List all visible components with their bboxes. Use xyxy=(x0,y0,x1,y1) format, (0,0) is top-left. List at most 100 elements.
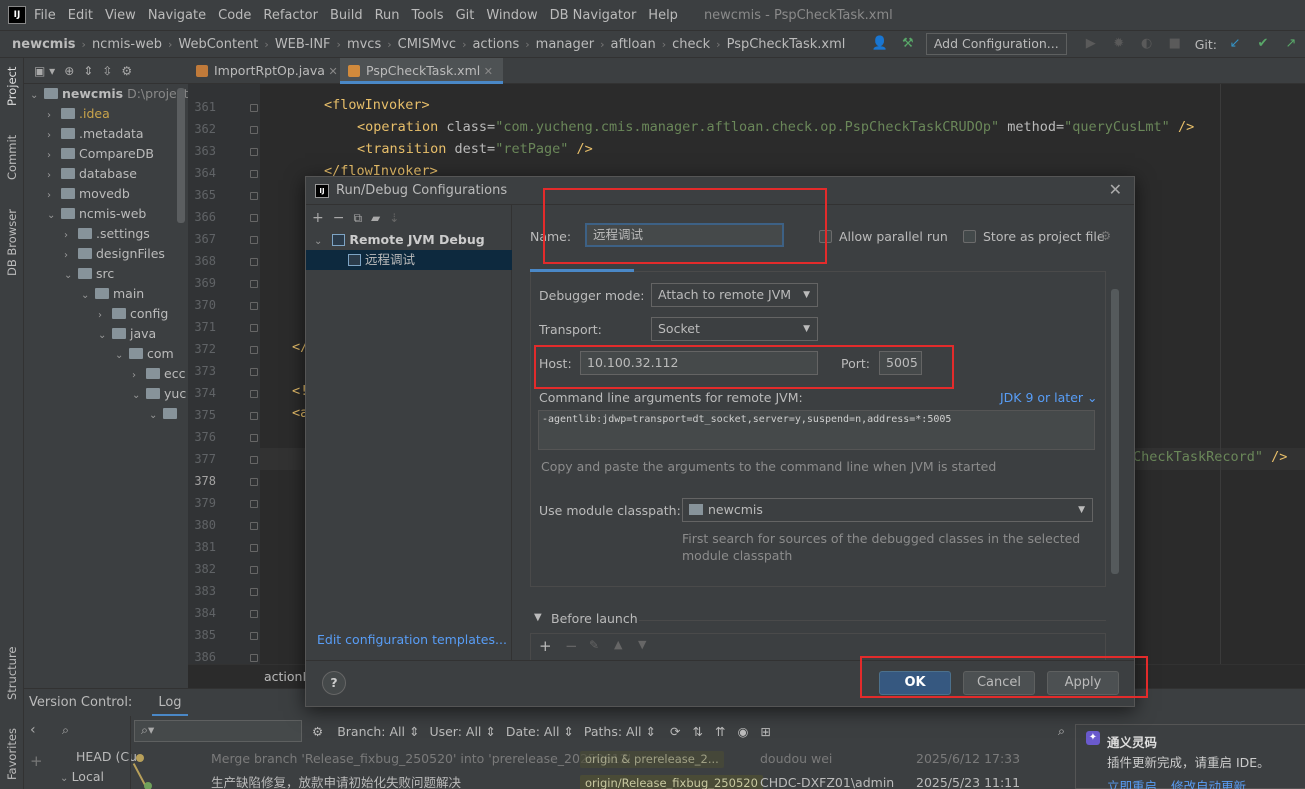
favorites-tool-button[interactable]: Favorites xyxy=(5,728,19,780)
restart-link[interactable]: 立即重启 xyxy=(1107,776,1157,789)
menu-item[interactable]: Tools xyxy=(412,8,444,23)
fold-marker-icon[interactable] xyxy=(250,104,258,112)
apply-button[interactable]: Apply xyxy=(1047,671,1119,695)
editor-tab[interactable]: PspCheckTask.xml ✕ xyxy=(340,58,503,84)
chevron-down-icon[interactable]: ⌄ xyxy=(98,326,112,346)
add-config-icon[interactable]: + xyxy=(312,210,324,226)
fold-marker-icon[interactable] xyxy=(250,632,258,640)
project-tree-node[interactable]: › .idea xyxy=(47,104,110,124)
project-tree-node[interactable]: ⌄ yuc xyxy=(132,384,186,404)
back-arrow-icon[interactable]: ‹ xyxy=(30,722,36,738)
menu-item[interactable]: Build xyxy=(330,8,363,23)
dialog-scrollbar[interactable] xyxy=(1111,289,1119,574)
expand-all-icon[interactable]: ⇕ xyxy=(83,64,93,78)
debug-icon[interactable]: ✹ xyxy=(1111,36,1127,52)
build-hammer-icon[interactable]: ⚒ xyxy=(900,36,916,52)
git-push-icon[interactable]: ↗ xyxy=(1283,36,1299,52)
project-tree-node[interactable]: ⌄ newcmis D:\project\ xyxy=(30,84,193,104)
chevron-right-icon[interactable]: › xyxy=(47,166,61,186)
collapse-all-icon[interactable]: ⇳ xyxy=(102,64,112,78)
project-tree-node[interactable]: › .settings xyxy=(64,224,150,244)
transport-select[interactable]: Socket ▼ xyxy=(651,317,818,341)
menu-item[interactable]: Git xyxy=(456,8,475,23)
structure-tool-button[interactable]: Structure xyxy=(5,647,19,701)
breadcrumb-item[interactable]: PspCheckTask.xml xyxy=(727,37,846,52)
fold-marker-icon[interactable] xyxy=(250,588,258,596)
close-icon[interactable]: ✕ xyxy=(1109,180,1122,199)
fold-marker-icon[interactable] xyxy=(250,258,258,266)
close-tab-icon[interactable]: ✕ xyxy=(480,65,493,78)
close-tab-icon[interactable]: ✕ xyxy=(325,65,337,78)
chevron-down-icon[interactable]: ⌄ xyxy=(81,286,95,306)
breadcrumb-item[interactable]: mvcs xyxy=(347,37,381,52)
chevron-right-icon[interactable]: › xyxy=(132,366,146,386)
ref-local[interactable]: ⌄ Local xyxy=(60,766,104,788)
project-tree-node[interactable]: ⌄ com xyxy=(115,344,174,364)
gear-icon[interactable]: ⚙ xyxy=(1100,228,1111,243)
store-project-label[interactable]: Store as project file xyxy=(983,229,1105,244)
module-classpath-select[interactable]: newcmis ▼ xyxy=(682,498,1093,522)
edit-task-icon[interactable]: ✎ xyxy=(589,638,599,652)
fold-marker-icon[interactable] xyxy=(250,478,258,486)
sort-icon[interactable]: ⇣ xyxy=(389,211,399,225)
project-tree-node[interactable]: › .metadata xyxy=(47,124,144,144)
db-browser-tool-button[interactable]: DB Browser xyxy=(5,209,19,276)
breadcrumb-item[interactable]: manager xyxy=(536,37,594,52)
fold-marker-icon[interactable] xyxy=(250,368,258,376)
fold-marker-icon[interactable] xyxy=(250,126,258,134)
add-icon[interactable]: + xyxy=(30,752,43,770)
move-down-icon[interactable]: ▼ xyxy=(638,638,646,651)
breadcrumb-item[interactable]: WEB-INF xyxy=(275,37,331,52)
remove-task-icon[interactable]: − xyxy=(565,637,578,655)
cmd-args-field[interactable]: -agentlib:jdwp=transport=dt_socket,serve… xyxy=(538,410,1095,450)
gear-icon[interactable]: ⚙ xyxy=(121,64,132,78)
fold-marker-icon[interactable] xyxy=(250,390,258,398)
log-filter-input[interactable]: ⌕▾ xyxy=(134,720,302,742)
fold-marker-icon[interactable] xyxy=(250,192,258,200)
cancel-button[interactable]: Cancel xyxy=(963,671,1035,695)
fold-marker-icon[interactable] xyxy=(250,236,258,244)
fold-marker-icon[interactable] xyxy=(250,544,258,552)
align-icon[interactable]: ⇈ xyxy=(715,724,725,739)
eye-icon[interactable]: ◉ xyxy=(737,724,748,739)
host-field[interactable]: 10.100.32.112 xyxy=(580,351,818,375)
tree-group-remote-jvm-debug[interactable]: ⌄ Remote JVM Debug xyxy=(306,230,512,250)
help-button[interactable]: ? xyxy=(322,671,346,695)
chevron-down-icon[interactable]: ⌄ xyxy=(64,266,78,286)
copy-config-icon[interactable]: ⧉ xyxy=(353,211,362,226)
chevron-right-icon[interactable]: › xyxy=(47,106,61,126)
project-tree-node[interactable]: ⌄ src xyxy=(64,264,114,284)
move-to-folder-icon[interactable]: ▰ xyxy=(371,211,380,225)
chevron-right-icon[interactable]: › xyxy=(47,146,61,166)
project-tool-button[interactable]: Project xyxy=(5,67,19,106)
fold-marker-icon[interactable] xyxy=(250,566,258,574)
project-tree-node[interactable]: ⌄ xyxy=(149,404,181,424)
fold-marker-icon[interactable] xyxy=(250,324,258,332)
add-configuration-button[interactable]: Add Configuration... xyxy=(925,33,1067,55)
debugger-mode-select[interactable]: Attach to remote JVM ▼ xyxy=(651,283,818,307)
fold-marker-icon[interactable] xyxy=(250,522,258,530)
cherry-pick-icon[interactable]: ⇅ xyxy=(692,724,702,739)
chevron-right-icon[interactable]: › xyxy=(98,306,112,326)
chevron-down-icon[interactable]: ⌄ xyxy=(132,386,146,406)
before-launch-label[interactable]: Before launch xyxy=(551,611,638,626)
git-commit-icon[interactable]: ✔ xyxy=(1255,36,1271,52)
project-tree-node[interactable]: › movedb xyxy=(47,184,130,204)
chevron-right-icon[interactable]: › xyxy=(47,126,61,146)
menu-item[interactable]: Help xyxy=(648,8,678,23)
project-scrollbar[interactable] xyxy=(177,88,185,223)
menu-item[interactable]: Window xyxy=(486,8,537,23)
move-up-icon[interactable]: ▲ xyxy=(614,638,622,651)
log-search-icon[interactable]: ⌕ xyxy=(1058,723,1065,739)
menu-item[interactable]: File xyxy=(34,8,56,23)
breadcrumb-item[interactable]: aftloan xyxy=(611,37,656,52)
chevron-down-icon[interactable]: ⌄ xyxy=(47,206,61,226)
menu-item[interactable]: Refactor xyxy=(263,8,318,23)
breadcrumb-item[interactable]: newcmis xyxy=(12,37,76,52)
git-update-icon[interactable]: ↙ xyxy=(1227,36,1243,52)
breadcrumb-item[interactable]: actions xyxy=(472,37,519,52)
chevron-right-icon[interactable]: › xyxy=(64,246,78,266)
commit-tool-button[interactable]: Commit xyxy=(5,135,19,180)
store-project-checkbox[interactable] xyxy=(963,230,976,243)
jdk-version-select[interactable]: JDK 9 or later ⌄ xyxy=(1000,390,1098,405)
